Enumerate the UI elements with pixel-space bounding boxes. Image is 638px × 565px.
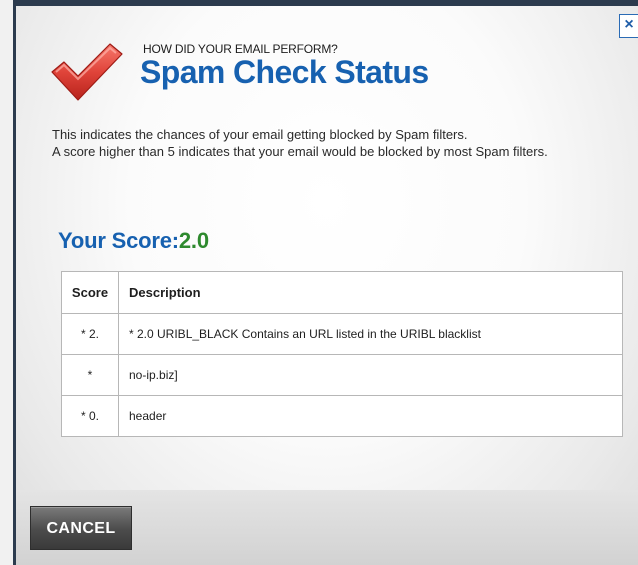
dialog-header: HOW DID YOUR EMAIL PERFORM? Spam Check S… bbox=[48, 34, 568, 114]
dialog-title: Spam Check Status bbox=[140, 54, 429, 90]
score-heading: Your Score:2.0 bbox=[58, 228, 209, 254]
close-button[interactable]: × bbox=[619, 14, 638, 38]
screen: × HOW DID YOUR EMAIL PERFORM? Spam Check… bbox=[0, 0, 638, 565]
close-icon[interactable]: × bbox=[624, 16, 633, 33]
score-cell: * 0. bbox=[61, 395, 119, 437]
score-cell: * 2. bbox=[61, 313, 119, 355]
table-row: * 2. * 2.0 URIBL_BLACK Contains an URL l… bbox=[61, 313, 623, 355]
window-frame-left bbox=[0, 0, 16, 565]
score-value: 2.0 bbox=[178, 228, 209, 253]
score-label: Your Score: bbox=[58, 228, 179, 253]
table-row: * no-ip.biz] bbox=[61, 354, 623, 396]
column-header-description: Description bbox=[118, 271, 623, 314]
table-row: * 0. header bbox=[61, 395, 623, 437]
dialog-footer: CANCEL bbox=[16, 490, 638, 565]
column-header-score: Score bbox=[61, 271, 119, 314]
description-line-2: A score higher than 5 indicates that you… bbox=[52, 144, 548, 159]
description-cell: no-ip.biz] bbox=[118, 354, 623, 396]
dialog-description: This indicates the chances of your email… bbox=[52, 126, 612, 160]
description-cell: header bbox=[118, 395, 623, 437]
checkmark-icon bbox=[51, 43, 123, 101]
table-header-row: Score Description bbox=[61, 271, 623, 314]
spam-check-dialog: × HOW DID YOUR EMAIL PERFORM? Spam Check… bbox=[16, 6, 638, 565]
spam-rules-table: Score Description * 2. * 2.0 URIBL_BLACK… bbox=[61, 271, 623, 437]
cancel-button[interactable]: CANCEL bbox=[30, 506, 132, 550]
description-line-1: This indicates the chances of your email… bbox=[52, 127, 468, 142]
description-cell: * 2.0 URIBL_BLACK Contains an URL listed… bbox=[118, 313, 623, 355]
score-cell: * bbox=[61, 354, 119, 396]
